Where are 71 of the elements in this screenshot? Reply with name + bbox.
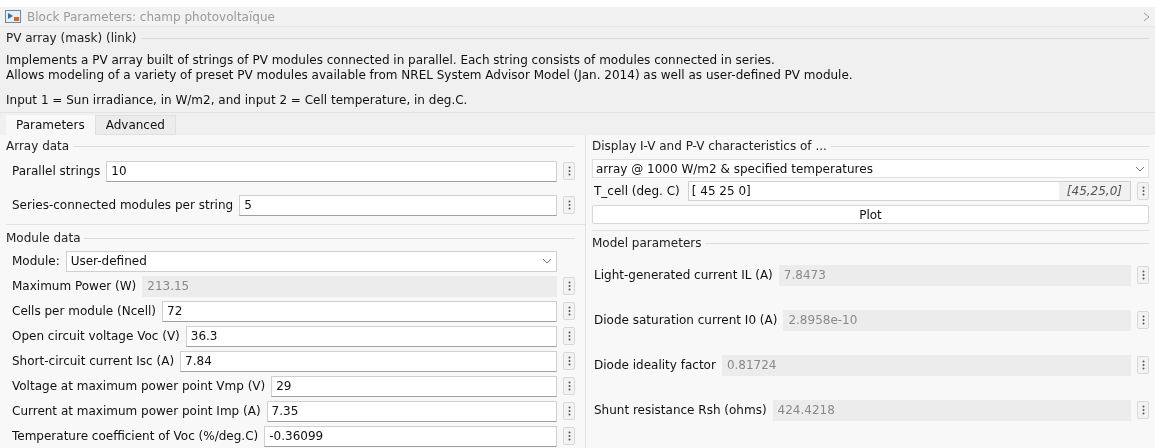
tab[interactable]: Advanced <box>94 115 176 135</box>
input-field[interactable]: 10 <box>106 160 557 182</box>
close-icon[interactable] <box>1144 11 1150 22</box>
evaluated-value: [45,25,0] <box>1058 182 1130 200</box>
field-label: Light-generated current IL (A) <box>594 267 773 284</box>
field-label: Short-circuit current Isc (A) <box>12 353 175 370</box>
more-options-button[interactable] <box>563 402 575 420</box>
more-icon <box>1141 405 1145 415</box>
more-icon <box>567 406 571 416</box>
input-field[interactable]: [ 45 25 0] [45,25,0] <box>687 181 1131 201</box>
field-label: Series-connected modules per string <box>12 197 234 214</box>
more-options-button[interactable] <box>563 352 575 370</box>
more-options-button[interactable] <box>563 302 575 320</box>
more-options-button[interactable] <box>563 162 575 180</box>
more-icon <box>1141 270 1145 280</box>
field-label: Maximum Power (W) <box>12 278 137 295</box>
chevron-down-icon <box>542 258 552 264</box>
field-label: Open circuit voltage Voc (V) <box>12 328 180 345</box>
more-icon <box>567 281 571 291</box>
inputs-note: Input 1 = Sun irradiance, in W/m2, and input 2 = Cell temperature, in deg.C. <box>6 93 469 108</box>
more-icon <box>567 431 571 441</box>
input-field[interactable]: 7.84 <box>180 350 557 372</box>
field-label: Diode saturation current I0 (A) <box>594 312 778 329</box>
more-options-button[interactable] <box>563 277 575 295</box>
description-text: Implements a PV array built of strings of PV modules connected in parallel. Each string consists of modules connected in series. <box>6 53 776 68</box>
input-field[interactable]: 5 <box>239 194 557 216</box>
input-field[interactable]: 7.35 <box>266 400 557 422</box>
more-options-button[interactable] <box>1137 356 1149 374</box>
group-title: Module data <box>6 230 82 247</box>
description-text: Allows modeling of a variety of preset PV modules available from NREL System Advisor Model (Jan. 2014) as well as user-defined PV module. <box>6 68 854 83</box>
more-icon <box>1141 186 1145 196</box>
input-field[interactable]: 72 <box>162 300 557 322</box>
more-options-button[interactable] <box>563 427 575 445</box>
input-field[interactable]: 29 <box>271 375 557 397</box>
group-title: Array data <box>6 138 71 155</box>
plot-button[interactable]: Plot <box>592 205 1149 224</box>
group-title: Display I-V and P-V characteristics of ... <box>592 138 828 155</box>
chevron-down-icon <box>1135 165 1145 172</box>
display-dropdown[interactable]: array @ 1000 W/m2 & specified temperatures <box>592 159 1149 178</box>
tab[interactable]: Parameters <box>6 115 95 135</box>
more-icon <box>567 200 571 210</box>
group-title: Model parameters <box>592 235 703 252</box>
field-label: Voltage at maximum power point Vmp (V) <box>12 378 266 395</box>
more-icon <box>567 331 571 341</box>
more-options-button[interactable] <box>1137 401 1149 419</box>
more-icon <box>567 166 571 176</box>
more-icon <box>567 306 571 316</box>
more-options-button[interactable] <box>1137 311 1149 329</box>
field-label: Parallel strings <box>12 163 101 180</box>
field-label: Temperature coefficient of Voc (%/deg.C) <box>12 428 259 445</box>
input-field[interactable]: -0.36099 <box>264 425 557 447</box>
module-dropdown[interactable]: User-defined <box>65 250 557 272</box>
window-title: Block Parameters: champ photovoltaïque <box>27 8 276 26</box>
more-options-button[interactable] <box>563 196 575 214</box>
more-icon <box>567 381 571 391</box>
field-label: Module: <box>12 253 60 270</box>
field-label: T_cell (deg. C) <box>594 183 680 200</box>
group-title: PV array (mask) (link) <box>6 30 138 47</box>
input-field[interactable]: 36.3 <box>185 325 557 347</box>
more-icon <box>567 356 571 366</box>
more-options-button[interactable] <box>563 327 575 345</box>
field-label: Current at maximum power point Imp (A) <box>12 403 261 420</box>
app-icon <box>5 10 21 23</box>
more-icon <box>1141 360 1145 370</box>
field-label: Diode ideality factor <box>594 357 716 374</box>
field-label: Shunt resistance Rsh (ohms) <box>594 402 767 419</box>
more-options-button[interactable] <box>1137 266 1149 284</box>
more-options-button[interactable] <box>563 377 575 395</box>
field-label: Cells per module (Ncell) <box>12 303 157 320</box>
more-icon <box>1141 315 1145 325</box>
more-options-button[interactable] <box>1137 182 1149 200</box>
